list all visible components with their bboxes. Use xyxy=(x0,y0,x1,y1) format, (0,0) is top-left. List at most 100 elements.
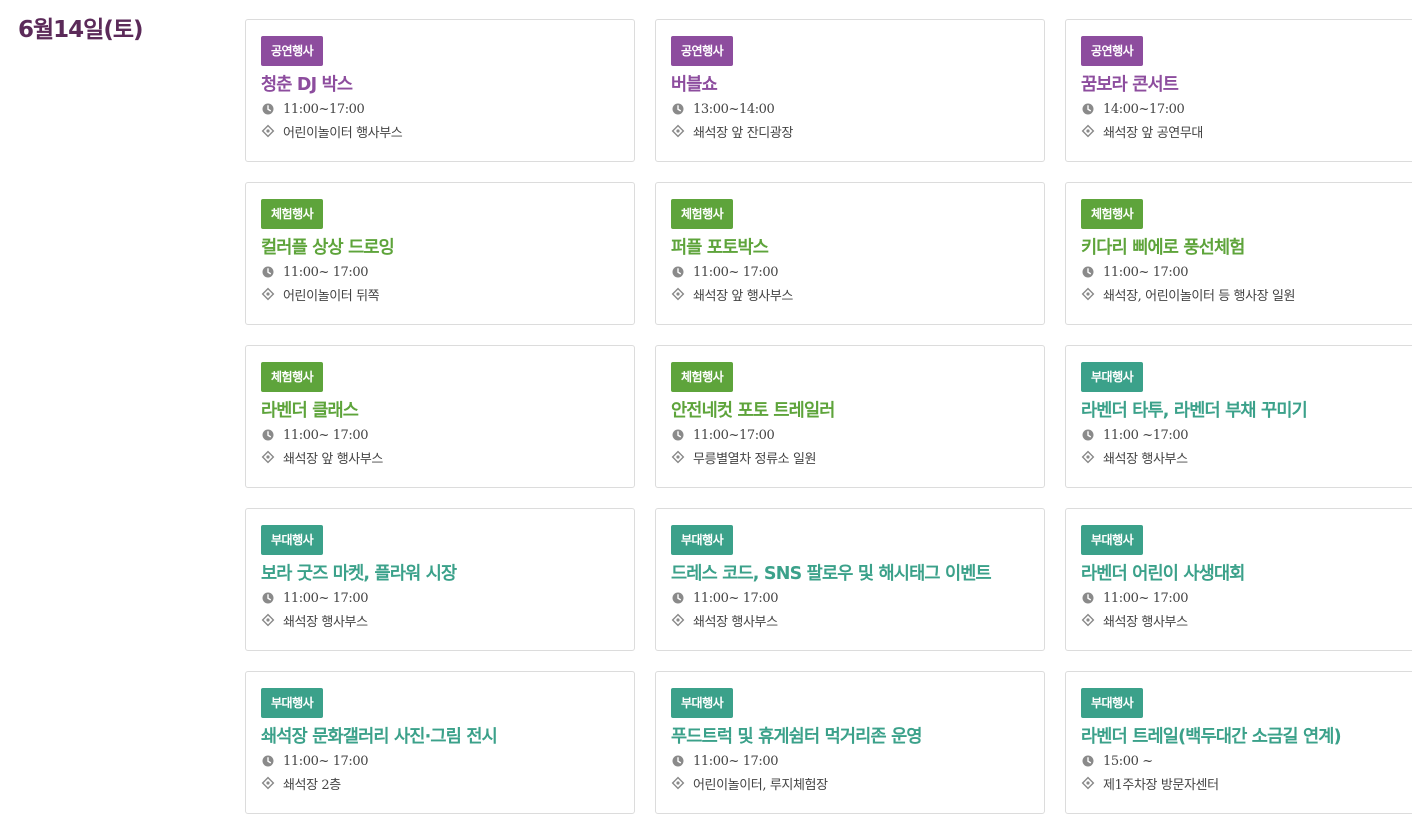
event-time: 11:00~17:00 xyxy=(283,101,365,117)
category-badge: 부대행사 xyxy=(1081,362,1144,392)
clock-icon xyxy=(261,265,275,279)
event-place-row: 무릉별열차 정류소 일원 xyxy=(671,446,1034,468)
location-icon xyxy=(261,613,275,627)
category-badge: 부대행사 xyxy=(261,525,324,555)
event-card[interactable]: 부대행사 라벤더 어린이 사생대회 11:00~ 17:00 쇄석장 행사부스 xyxy=(1065,508,1412,651)
event-place-row: 어린이놀이터, 루지체험장 xyxy=(671,772,1034,794)
event-time-row: 11:00~ 17:00 xyxy=(261,750,624,772)
clock-icon xyxy=(671,102,685,116)
event-place-row: 쇄석장 행사부스 xyxy=(1081,609,1412,631)
event-card[interactable]: 체험행사 라벤더 클래스 11:00~ 17:00 쇄석장 앞 행사부스 xyxy=(245,345,635,488)
event-title[interactable]: 라벤더 타투, 라벤더 부채 꾸미기 xyxy=(1081,398,1412,424)
event-place: 무릉별열차 정류소 일원 xyxy=(693,451,817,467)
clock-icon xyxy=(1081,754,1095,768)
event-place-row: 어린이놀이터 행사부스 xyxy=(261,120,624,142)
event-card[interactable]: 부대행사 드레스 코드, SNS 팔로우 및 해시태그 이벤트 11:00~ 1… xyxy=(655,508,1045,651)
event-title[interactable]: 퍼플 포토박스 xyxy=(671,235,1034,261)
event-card[interactable]: 부대행사 라벤더 트레일(백두대간 소금길 연계) 15:00 ~ 제1주차장 … xyxy=(1065,671,1412,814)
category-badge: 부대행사 xyxy=(1081,525,1144,555)
event-place-row: 쇄석장 앞 공연무대 xyxy=(1081,120,1412,142)
location-icon xyxy=(671,124,685,138)
clock-icon xyxy=(261,102,275,116)
category-badge: 공연행사 xyxy=(261,36,324,66)
event-time-row: 11:00~ 17:00 xyxy=(1081,587,1412,609)
category-badge: 공연행사 xyxy=(1081,36,1144,66)
location-icon xyxy=(1081,124,1095,138)
event-place-row: 쇄석장 행사부스 xyxy=(671,609,1034,631)
event-place: 쇄석장 2층 xyxy=(283,777,341,793)
event-time-row: 15:00 ~ xyxy=(1081,750,1412,772)
event-card[interactable]: 체험행사 안전네컷 포토 트레일러 11:00~17:00 무릉별열차 정류소 … xyxy=(655,345,1045,488)
event-grid: 공연행사 청춘 DJ 박스 11:00~17:00 어린이놀이터 행사부스 공연… xyxy=(245,19,1412,814)
event-card[interactable]: 부대행사 푸드트럭 및 휴게쉼터 먹거리존 운영 11:00~ 17:00 어린… xyxy=(655,671,1045,814)
event-place: 쇄석장 앞 잔디광장 xyxy=(693,125,793,141)
event-time: 13:00~14:00 xyxy=(693,101,775,117)
event-title[interactable]: 라벤더 트레일(백두대간 소금길 연계) xyxy=(1081,724,1412,750)
event-time-row: 11:00~ 17:00 xyxy=(671,587,1034,609)
event-place: 쇄석장 행사부스 xyxy=(1103,451,1188,467)
event-title[interactable]: 라벤더 클래스 xyxy=(261,398,624,424)
event-place-row: 제1주차장 방문자센터 xyxy=(1081,772,1412,794)
event-place: 어린이놀이터 뒤쪽 xyxy=(283,288,380,304)
event-place: 쇄석장 행사부스 xyxy=(1103,614,1188,630)
category-badge: 체험행사 xyxy=(671,199,734,229)
event-time-row: 11:00~ 17:00 xyxy=(671,750,1034,772)
event-title[interactable]: 푸드트럭 및 휴게쉼터 먹거리존 운영 xyxy=(671,724,1034,750)
event-time: 11:00~17:00 xyxy=(693,427,775,443)
event-card[interactable]: 체험행사 퍼플 포토박스 11:00~ 17:00 쇄석장 앞 행사부스 xyxy=(655,182,1045,325)
category-badge: 체험행사 xyxy=(261,199,324,229)
event-place: 제1주차장 방문자센터 xyxy=(1103,777,1219,793)
event-title[interactable]: 드레스 코드, SNS 팔로우 및 해시태그 이벤트 xyxy=(671,561,1034,587)
event-title[interactable]: 컬러플 상상 드로잉 xyxy=(261,235,624,261)
event-place: 쇄석장, 어린이놀이터 등 행사장 일원 xyxy=(1103,288,1296,304)
event-time-row: 13:00~14:00 xyxy=(671,98,1034,120)
event-time: 11:00~ 17:00 xyxy=(693,590,779,606)
event-place: 쇄석장 행사부스 xyxy=(283,614,368,630)
clock-icon xyxy=(671,754,685,768)
event-card[interactable]: 체험행사 컬러플 상상 드로잉 11:00~ 17:00 어린이놀이터 뒤쪽 xyxy=(245,182,635,325)
event-title[interactable]: 버블쇼 xyxy=(671,72,1034,98)
clock-icon xyxy=(1081,265,1095,279)
event-time-row: 11:00~ 17:00 xyxy=(261,261,624,283)
event-card[interactable]: 부대행사 보라 굿즈 마켓, 플라워 시장 11:00~ 17:00 쇄석장 행… xyxy=(245,508,635,651)
date-title: 6월14일(토) xyxy=(18,17,144,43)
clock-icon xyxy=(261,428,275,442)
event-title[interactable]: 보라 굿즈 마켓, 플라워 시장 xyxy=(261,561,624,587)
event-place-row: 쇄석장 앞 잔디광장 xyxy=(671,120,1034,142)
event-card[interactable]: 부대행사 쇄석장 문화갤러리 사진·그림 전시 11:00~ 17:00 쇄석장… xyxy=(245,671,635,814)
event-card[interactable]: 부대행사 라벤더 타투, 라벤더 부채 꾸미기 11:00 ~17:00 쇄석장… xyxy=(1065,345,1412,488)
event-time-row: 11:00~17:00 xyxy=(261,98,624,120)
category-badge: 체험행사 xyxy=(671,362,734,392)
location-icon xyxy=(1081,613,1095,627)
event-place-row: 어린이놀이터 뒤쪽 xyxy=(261,283,624,305)
event-time: 11:00~ 17:00 xyxy=(693,753,779,769)
category-badge: 부대행사 xyxy=(671,688,734,718)
event-card[interactable]: 공연행사 청춘 DJ 박스 11:00~17:00 어린이놀이터 행사부스 xyxy=(245,19,635,162)
clock-icon xyxy=(671,428,685,442)
event-title[interactable]: 쇄석장 문화갤러리 사진·그림 전시 xyxy=(261,724,624,750)
event-title[interactable]: 안전네컷 포토 트레일러 xyxy=(671,398,1034,424)
location-icon xyxy=(671,450,685,464)
event-time: 15:00 ~ xyxy=(1103,753,1153,769)
event-title[interactable]: 청춘 DJ 박스 xyxy=(261,72,624,98)
clock-icon xyxy=(1081,102,1095,116)
event-place: 쇄석장 앞 행사부스 xyxy=(693,288,793,304)
event-time: 11:00~ 17:00 xyxy=(283,427,369,443)
event-time: 11:00~ 17:00 xyxy=(283,753,369,769)
event-time: 11:00 ~17:00 xyxy=(1103,427,1189,443)
clock-icon xyxy=(261,591,275,605)
event-card[interactable]: 체험행사 키다리 삐에로 풍선체험 11:00~ 17:00 쇄석장, 어린이놀… xyxy=(1065,182,1412,325)
event-place-row: 쇄석장 행사부스 xyxy=(1081,446,1412,468)
location-icon xyxy=(671,287,685,301)
event-card[interactable]: 공연행사 버블쇼 13:00~14:00 쇄석장 앞 잔디광장 xyxy=(655,19,1045,162)
event-card[interactable]: 공연행사 꿈보라 콘서트 14:00~17:00 쇄석장 앞 공연무대 xyxy=(1065,19,1412,162)
event-title[interactable]: 라벤더 어린이 사생대회 xyxy=(1081,561,1412,587)
category-badge: 부대행사 xyxy=(261,688,324,718)
event-time-row: 11:00~ 17:00 xyxy=(261,424,624,446)
event-place: 쇄석장 앞 행사부스 xyxy=(283,451,383,467)
event-place-row: 쇄석장 앞 행사부스 xyxy=(261,446,624,468)
event-title[interactable]: 키다리 삐에로 풍선체험 xyxy=(1081,235,1412,261)
event-time: 11:00~ 17:00 xyxy=(1103,264,1189,280)
location-icon xyxy=(1081,287,1095,301)
event-title[interactable]: 꿈보라 콘서트 xyxy=(1081,72,1412,98)
